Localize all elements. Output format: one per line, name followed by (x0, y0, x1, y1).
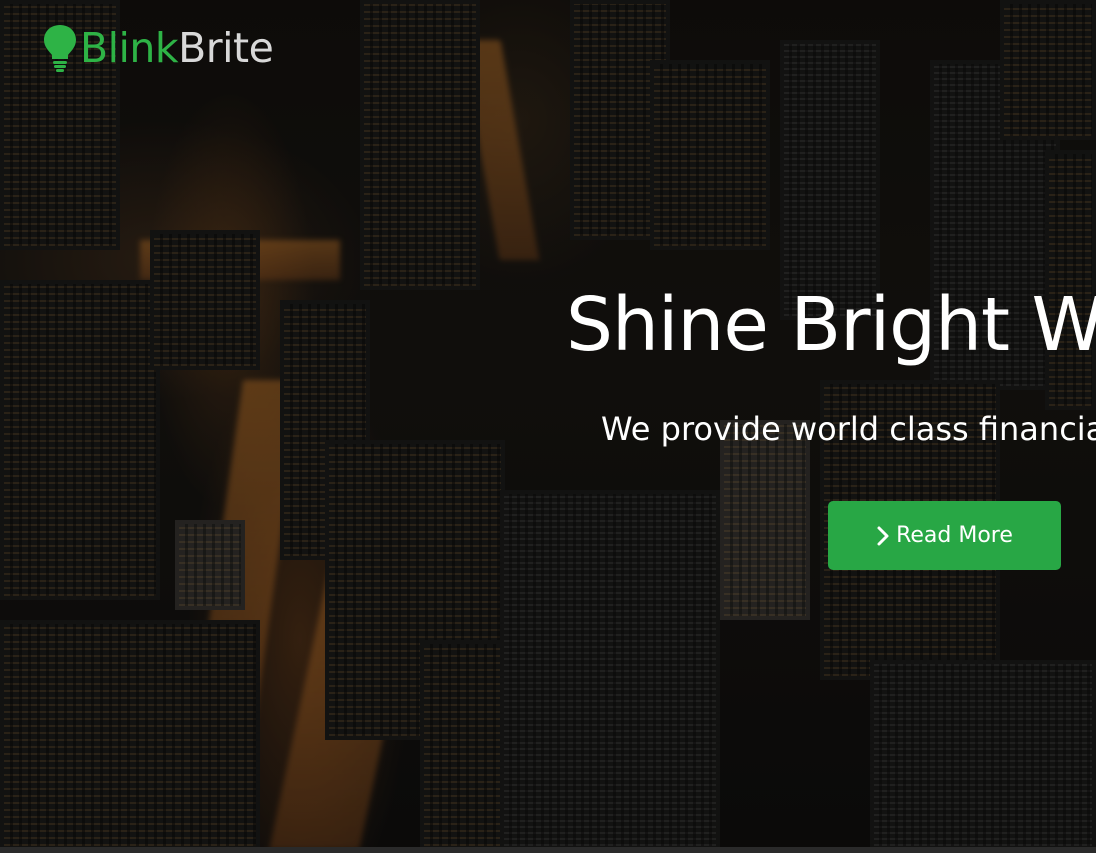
hero-subline: We provide world class financia (601, 410, 1096, 448)
read-more-label: Read More (896, 523, 1013, 548)
brand-name-part1: Blink (80, 24, 179, 72)
hero-headline: Shine Bright W (566, 282, 1096, 368)
lightbulb-icon (44, 25, 76, 72)
chevron-right-icon (877, 526, 889, 545)
brand-logo[interactable]: Blink Brite (42, 22, 274, 74)
brand-name-part2: Brite (178, 24, 274, 72)
read-more-button[interactable]: Read More (828, 501, 1061, 570)
bottom-edge (0, 847, 1096, 853)
